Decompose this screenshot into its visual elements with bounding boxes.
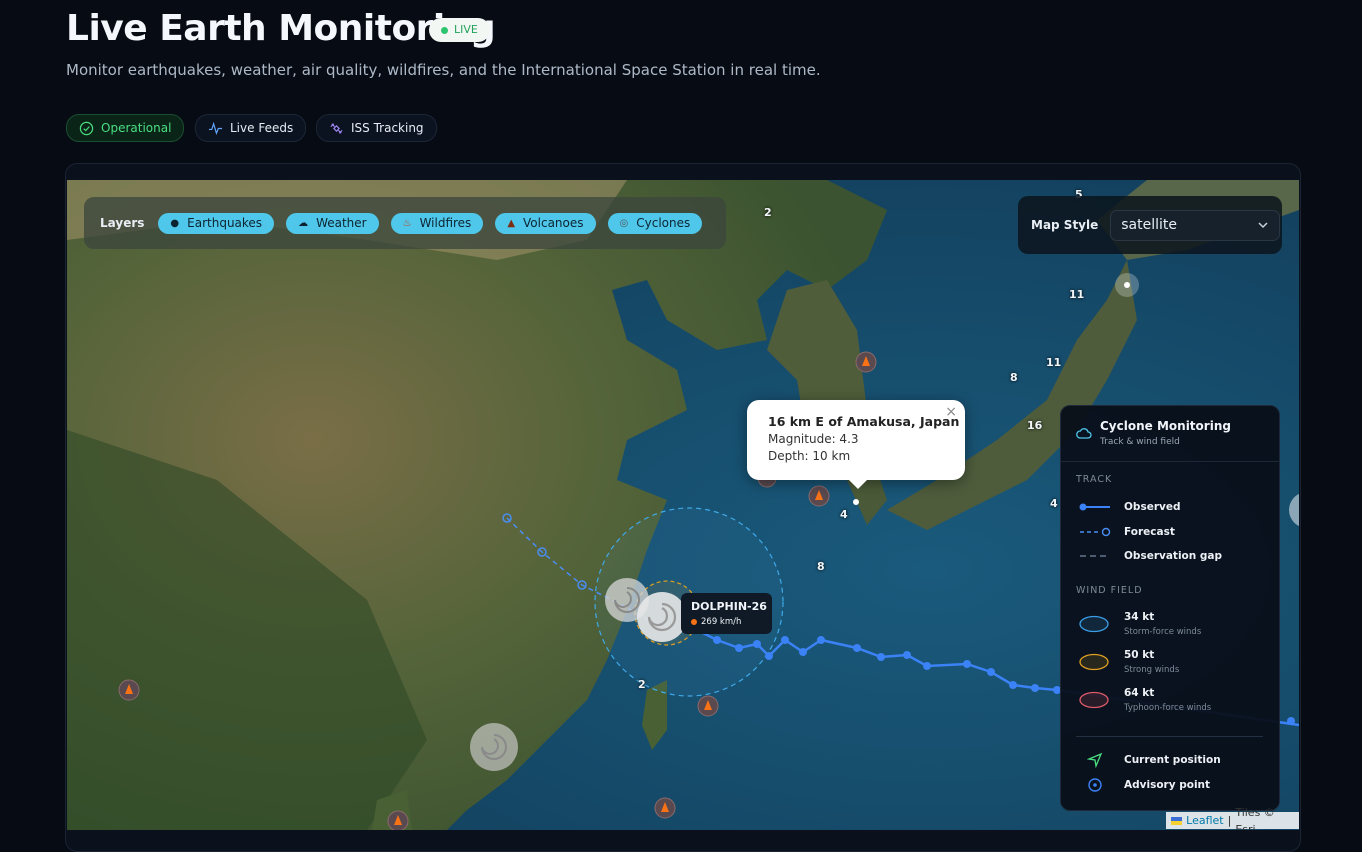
legend-track-heading: TRACK (1076, 474, 1113, 485)
map-style-label: Map Style (1031, 218, 1099, 232)
earthquake-popup: 16 km E of Amakusa, Japan Magnitude: 4.3… (747, 400, 965, 480)
leaflet-link[interactable]: Leaflet (1186, 812, 1223, 829)
layer-toggle-cyclones[interactable]: ◎ Cyclones (607, 212, 703, 234)
legend-wind-label: 64 kt (1124, 687, 1155, 699)
cloud-icon: ☁ (298, 217, 309, 229)
status-pill-label: ISS Tracking (351, 121, 424, 135)
speed-dot-icon (691, 619, 697, 625)
popup-title: 16 km E of Amakusa, Japan (768, 414, 960, 429)
storm-name: DOLPHIN-26 (691, 600, 767, 613)
map-cluster-label: 11 (1046, 356, 1062, 369)
status-pill-label: Operational (101, 121, 172, 135)
layers-panel: Layers ● Earthquakes ☁ Weather ♨ Wildfir… (84, 197, 726, 249)
map-style-select[interactable]: satellite (1110, 209, 1281, 241)
popup-close-button[interactable]: × (945, 404, 957, 420)
dot-icon: ● (170, 217, 180, 229)
gap-line-icon (1080, 555, 1110, 557)
legend-wind-label: 50 kt (1124, 649, 1155, 661)
wind-64kt-icon (1079, 691, 1109, 709)
layers-label: Layers (100, 216, 145, 230)
live-badge: LIVE (429, 18, 490, 42)
legend-title: Cyclone Monitoring (1100, 419, 1231, 433)
map-style-value: satellite (1121, 217, 1178, 233)
legend-wind-desc: Strong winds (1124, 665, 1180, 675)
map-card: 2 5 11 11 8 16 4 4 8 2 Layers ● Earthqua… (65, 163, 1301, 852)
map-cluster-label: 8 (817, 560, 825, 573)
map-cluster-label: 4 (840, 508, 848, 521)
legend-wind-desc: Storm-force winds (1124, 627, 1202, 637)
tiles-credit: Tiles © Esri (1235, 805, 1275, 831)
map-cluster-label: 4 (1050, 497, 1058, 510)
legend-track-forecast: Forecast (1124, 526, 1175, 538)
check-circle-icon (79, 121, 94, 135)
attribution-separator: | (1227, 814, 1232, 827)
satellite-icon (330, 122, 343, 134)
map-view[interactable]: 2 5 11 11 8 16 4 4 8 2 Layers ● Earthqua… (67, 180, 1299, 830)
cyclone-legend: Cyclone Monitoring Track & wind field TR… (1060, 405, 1280, 811)
advisory-point-icon (1088, 778, 1102, 792)
status-pill-label: Live Feeds (230, 121, 294, 135)
fire-icon: ♨ (402, 217, 412, 229)
layer-label: Weather (316, 216, 367, 230)
legend-track-gap: Observation gap (1124, 550, 1223, 562)
layer-label: Cyclones (636, 216, 691, 230)
forecast-line-icon (1080, 527, 1111, 537)
layer-toggle-weather[interactable]: ☁ Weather (286, 212, 379, 234)
popup-tip (848, 479, 868, 489)
cyclone-marker[interactable] (470, 723, 518, 771)
status-pill-operational: Operational (66, 114, 185, 142)
status-pill-iss-tracking: ISS Tracking (316, 114, 437, 142)
popup-magnitude: Magnitude: 4.3 (768, 432, 859, 446)
layer-label: Wildfires (419, 216, 472, 230)
observed-line-icon (1079, 503, 1110, 511)
pulse-icon (208, 121, 223, 135)
cloud-icon (1076, 428, 1092, 439)
popup-depth: Depth: 10 km (768, 449, 851, 463)
map-cluster-label: 11 (1069, 288, 1085, 301)
map-cluster-label: 2 (764, 206, 772, 219)
legend-wind-heading: WIND FIELD (1076, 585, 1143, 596)
chevron-down-icon (1258, 222, 1268, 229)
legend-subtitle: Track & wind field (1100, 437, 1180, 447)
volcano-icon: ▲ (507, 217, 516, 229)
legend-wind-desc: Typhoon-force winds (1124, 703, 1212, 713)
page-subtitle: Monitor earthquakes, weather, air qualit… (66, 61, 821, 79)
live-dot-icon (441, 26, 448, 34)
layer-toggle-volcanoes[interactable]: ▲ Volcanoes (495, 212, 596, 234)
ukraine-flag-icon (1171, 816, 1183, 825)
legend-track-observed: Observed (1124, 501, 1181, 513)
legend-current-position: Current position (1124, 754, 1221, 766)
map-cluster-label: 2 (638, 678, 646, 691)
storm-tooltip: DOLPHIN-26 269 km/h (681, 593, 772, 634)
map-cluster-label: 16 (1027, 419, 1043, 432)
live-badge-label: LIVE (454, 23, 478, 36)
cyclone-current-marker[interactable] (637, 592, 687, 642)
map-cluster-label: 8 (1010, 371, 1018, 384)
legend-divider (1076, 736, 1263, 737)
storm-speed: 269 km/h (691, 617, 741, 627)
layer-toggle-earthquakes[interactable]: ● Earthquakes (158, 212, 275, 234)
layer-toggle-wildfires[interactable]: ♨ Wildfires (390, 212, 484, 234)
map-attribution: Leaflet | Tiles © Esri (1166, 806, 1299, 830)
legend-advisory-point: Advisory point (1124, 779, 1211, 791)
map-style-panel: Map Style satellite (1018, 196, 1282, 254)
status-pill-live-feeds: Live Feeds (195, 114, 307, 142)
storm-speed-value: 269 km/h (701, 617, 742, 627)
wind-50kt-icon (1079, 653, 1109, 671)
navigation-arrow-icon (1087, 752, 1103, 768)
cyclone-icon: ◎ (619, 217, 629, 229)
layer-label: Volcanoes (523, 216, 584, 230)
wind-34kt-icon (1079, 615, 1109, 633)
legend-wind-label: 34 kt (1124, 611, 1155, 623)
legend-divider (1061, 461, 1279, 462)
layer-label: Earthquakes (187, 216, 263, 230)
